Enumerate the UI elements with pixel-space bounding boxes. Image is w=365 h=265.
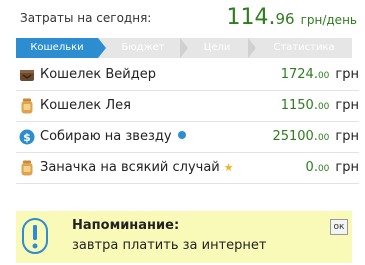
reminder-ok-button[interactable]: ок <box>330 219 348 235</box>
tab-budget[interactable]: Бюджет <box>106 38 188 58</box>
wallet-row-star-goal[interactable]: $ Собираю на звезду 25100.00 грн <box>16 122 359 153</box>
tab-statistics-label: Статистика <box>273 42 335 53</box>
header: Затраты на сегодня: 114.96 грн/день <box>19 0 359 40</box>
wallet-name: Кошелек Лея <box>40 98 131 113</box>
jar-icon <box>21 98 33 114</box>
wallet-list: Кошелек Вейдер 1724.00 грн Кошелек Лея 11… <box>16 60 359 184</box>
wallet-row-reserve[interactable]: Заначка на всякий случай ★ 0.00 грн <box>16 153 359 184</box>
tab-budget-label: Бюджет <box>121 42 165 53</box>
tab-wallets[interactable]: Кошельки <box>16 38 106 58</box>
star-icon: ★ <box>223 161 234 174</box>
wallet-amount: 0.00 грн <box>305 160 359 175</box>
wallet-icon <box>20 70 34 81</box>
wallet-name: Кошелек Вейдер <box>40 67 156 82</box>
reminder-box: Напоминание: завтра платить за интернет … <box>16 211 352 263</box>
tab-bar: Кошельки Бюджет Цели Статистика <box>16 38 352 58</box>
jar-icon <box>21 160 33 176</box>
exclamation-icon <box>22 218 48 254</box>
wallet-name: Собираю на звезду <box>40 129 186 144</box>
total-unit: грн/день <box>300 13 357 27</box>
svg-text:$: $ <box>23 131 31 144</box>
dollar-coin-icon: $ <box>19 129 35 145</box>
tab-statistics[interactable]: Статистика <box>256 38 352 58</box>
today-expenses-label: Затраты на сегодня: <box>20 11 152 25</box>
reminder-title: Напоминание: <box>72 218 180 233</box>
wallet-amount: 25100.00 грн <box>272 129 359 144</box>
total-integer: 114. <box>226 5 276 30</box>
wallet-row-vader[interactable]: Кошелек Вейдер 1724.00 грн <box>16 60 359 91</box>
tab-goals-label: Цели <box>203 42 231 53</box>
wallet-amount: 1150.00 грн <box>280 98 359 113</box>
tab-goals[interactable]: Цели <box>186 38 256 58</box>
blue-dot-icon <box>177 131 186 139</box>
reminder-text: завтра платить за интернет <box>72 238 267 253</box>
wallet-name: Заначка на всякий случай ★ <box>40 160 234 175</box>
today-expenses-total: 114.96 грн/день <box>227 5 358 30</box>
wallet-row-leia[interactable]: Кошелек Лея 1150.00 грн <box>16 91 359 122</box>
wallet-amount: 1724.00 грн <box>280 67 359 82</box>
total-decimal: 96 <box>275 10 295 28</box>
tab-wallets-label: Кошельки <box>30 42 84 53</box>
